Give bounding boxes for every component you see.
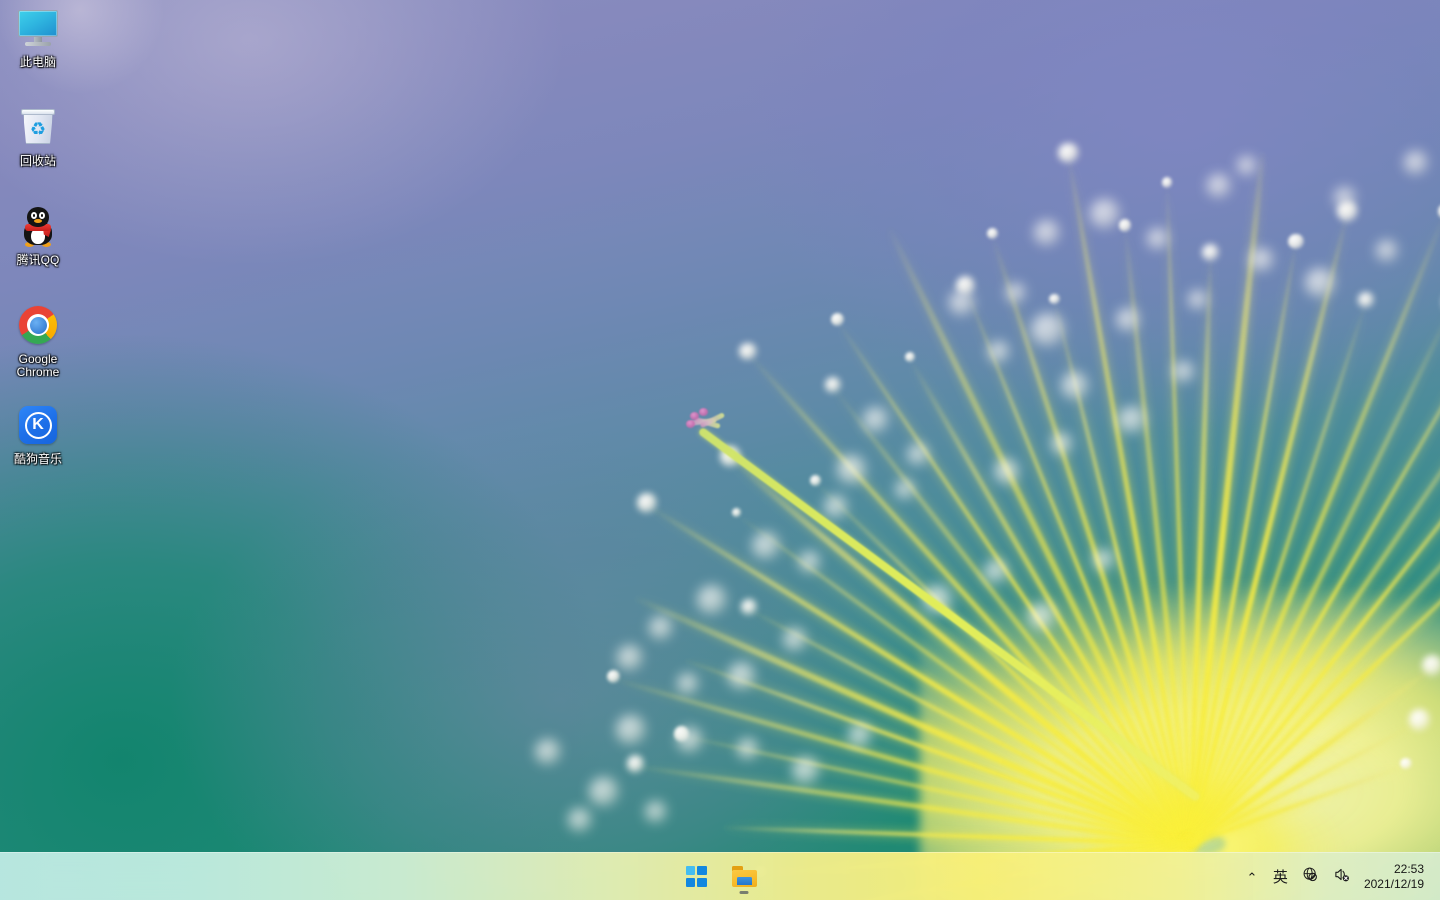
desktop[interactable]: 此电脑 ♻ 回收站 腾讯QQ Google Chrome K 酷狗音乐 ⌃ 英 … <box>0 0 1440 900</box>
chevron-up-icon: ⌃ <box>1246 871 1257 884</box>
stamen-anther <box>825 377 841 393</box>
desktop-icon-label: 此电脑 <box>20 56 56 69</box>
system-tray: ⌃ 英 22:53 2021/12/19 <box>1238 853 1440 900</box>
bokeh-highlight <box>1006 283 1026 303</box>
bokeh-highlight <box>988 341 1010 363</box>
desktop-icon-label: 酷狗音乐 <box>14 453 62 466</box>
bokeh-highlight <box>1305 268 1335 298</box>
bokeh-highlight <box>589 777 619 807</box>
bokeh-highlight <box>1090 199 1120 229</box>
bokeh-highlight <box>1147 228 1169 250</box>
bokeh-highlight <box>824 495 848 519</box>
desktop-icon-this-pc[interactable]: 此电脑 <box>0 0 76 73</box>
bokeh-highlight <box>907 444 929 466</box>
bokeh-highlight <box>1237 156 1257 176</box>
desktop-icon-label: Google Chrome <box>2 353 74 379</box>
stamen-anther <box>1400 758 1412 770</box>
bokeh-highlight <box>1028 603 1056 631</box>
taskbar[interactable]: ⌃ 英 22:53 2021/12/19 <box>0 852 1440 900</box>
qq-penguin-icon <box>15 204 61 250</box>
bokeh-highlight <box>895 480 915 500</box>
stamen-anther <box>1202 244 1219 261</box>
recycle-bin-icon: ♻ <box>15 105 61 151</box>
stamen-anther <box>1049 294 1059 304</box>
folder-icon <box>732 866 757 887</box>
tray-ime-indicator[interactable]: 英 <box>1266 857 1295 897</box>
bokeh-highlight <box>1250 248 1274 272</box>
tray-network-button[interactable] <box>1295 857 1326 897</box>
stamen-anther <box>627 755 645 773</box>
bokeh-highlight <box>677 727 703 753</box>
bokeh-highlight <box>1061 372 1089 400</box>
clock-time: 22:53 <box>1394 862 1424 877</box>
stamen-anther <box>1409 709 1431 731</box>
clock-date: 2021/12/19 <box>1364 877 1424 892</box>
bokeh-highlight <box>792 757 820 785</box>
desktop-icon-label: 回收站 <box>20 155 56 168</box>
speaker-muted-icon <box>1333 866 1351 888</box>
bokeh-highlight <box>799 551 821 573</box>
bokeh-highlight <box>649 616 673 640</box>
stamen-anther <box>1162 177 1173 188</box>
stamen-anther <box>1358 292 1374 308</box>
bokeh-highlight <box>949 290 975 316</box>
bokeh-highlight <box>617 645 643 671</box>
bokeh-highlight <box>1188 290 1208 310</box>
stamen-anther <box>1422 655 1440 676</box>
bokeh-highlight <box>1031 313 1065 347</box>
stamen-anther <box>607 670 620 683</box>
bokeh-highlight <box>1051 433 1073 455</box>
bokeh-highlight <box>1173 361 1195 383</box>
bokeh-highlight <box>737 738 759 760</box>
bokeh-highlight <box>1034 220 1060 246</box>
bokeh-highlight <box>994 459 1020 485</box>
kugou-k-icon: K <box>15 403 61 449</box>
bokeh-highlight <box>783 628 807 652</box>
bokeh-highlight <box>1334 187 1356 209</box>
ime-indicator-icon: 英 <box>1273 870 1288 885</box>
bokeh-highlight <box>1118 406 1146 434</box>
bokeh-highlight <box>752 532 780 560</box>
bokeh-highlight <box>848 724 872 748</box>
bokeh-highlight <box>1207 174 1231 198</box>
chrome-icon <box>15 303 61 349</box>
taskbar-center-group <box>0 857 1440 897</box>
bokeh-highlight <box>863 407 889 433</box>
bokeh-highlight <box>697 585 727 615</box>
bokeh-highlight <box>1376 240 1398 262</box>
windows-logo-icon <box>686 866 707 887</box>
bokeh-highlight <box>837 455 867 485</box>
bokeh-highlight <box>728 662 756 690</box>
taskbar-clock[interactable]: 22:53 2021/12/19 <box>1358 857 1434 897</box>
desktop-icon-google-chrome[interactable]: Google Chrome <box>0 297 76 383</box>
bokeh-highlight <box>677 673 699 695</box>
tray-overflow-button[interactable]: ⌃ <box>1238 857 1266 897</box>
bokeh-highlight <box>616 715 646 745</box>
desktop-icon-kugou-music[interactable]: K 酷狗音乐 <box>0 397 76 470</box>
taskbar-item-file-explorer[interactable] <box>724 857 764 897</box>
desktop-icon-recycle-bin[interactable]: ♻ 回收站 <box>0 99 76 172</box>
bokeh-highlight <box>535 739 561 765</box>
globe-no-internet-icon <box>1302 866 1319 888</box>
stamen-anther <box>987 228 998 239</box>
monitor-icon <box>15 6 61 52</box>
bokeh-highlight <box>1093 549 1115 571</box>
stamen-anther <box>1058 143 1078 163</box>
desktop-icon-grid: 此电脑 ♻ 回收站 腾讯QQ Google Chrome K 酷狗音乐 <box>0 0 76 470</box>
bokeh-highlight <box>645 801 667 823</box>
bokeh-highlight <box>1404 151 1428 175</box>
desktop-icon-label: 腾讯QQ <box>17 254 60 267</box>
desktop-icon-tencent-qq[interactable]: 腾讯QQ <box>0 198 76 271</box>
stamen-anther <box>1288 234 1303 249</box>
tray-volume-button[interactable] <box>1326 857 1358 897</box>
stamen-anther <box>637 493 657 513</box>
stamen-anther <box>741 599 757 615</box>
bokeh-highlight <box>568 808 592 832</box>
running-indicator <box>740 891 749 894</box>
bokeh-highlight <box>1116 308 1140 332</box>
start-button[interactable] <box>676 857 716 897</box>
bokeh-highlight <box>984 560 1008 584</box>
stamen-anther <box>1119 219 1132 232</box>
